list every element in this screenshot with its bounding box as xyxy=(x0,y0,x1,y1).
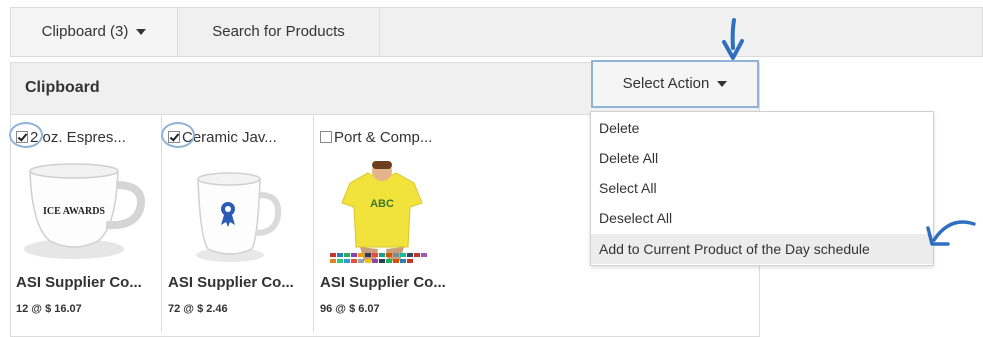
yellow-tshirt-icon: ABC xyxy=(330,161,427,263)
product-price: 12 @ $ 16.07 xyxy=(16,303,82,315)
product-checkbox[interactable] xyxy=(320,131,332,143)
tab-clipboard-label: Clipboard (3) xyxy=(41,23,129,40)
product-supplier: ASI Supplier Co... xyxy=(16,274,142,291)
clipboard-panel-header: Clipboard Select Action xyxy=(11,60,759,115)
product-card[interactable]: Ceramic Jav... ASI Supplier Co... 72 @ $… xyxy=(162,115,314,332)
menu-item-add-to-product-of-the-day[interactable]: Add to Current Product of the Day schedu… xyxy=(591,234,933,264)
product-title-text: Port & Comp... xyxy=(334,129,433,146)
shirt-imprint-text: ABC xyxy=(370,198,394,210)
product-supplier: ASI Supplier Co... xyxy=(320,274,446,291)
tab-search-products[interactable]: Search for Products xyxy=(178,8,380,56)
product-price: 96 @ $ 6.07 xyxy=(320,303,380,315)
tab-search-label: Search for Products xyxy=(212,23,345,40)
white-espresso-cup-icon: ICE AWARDS xyxy=(24,163,145,259)
menu-item-delete[interactable]: Delete xyxy=(591,113,933,143)
product-checkbox[interactable] xyxy=(16,131,28,143)
product-title-text: 2 oz. Espres... xyxy=(30,129,126,146)
product-title: 2 oz. Espres... xyxy=(16,129,126,146)
panel-title: Clipboard xyxy=(25,79,100,96)
product-card[interactable]: 2 oz. Espres... ICE AWARDS ASI Supplier … xyxy=(10,115,162,332)
top-tab-bar: Clipboard (3) Search for Products xyxy=(10,7,983,57)
select-action-label: Select Action xyxy=(622,75,710,92)
product-title: Ceramic Jav... xyxy=(168,129,277,146)
product-price: 72 @ $ 2.46 xyxy=(168,303,228,315)
menu-item-deselect-all[interactable]: Deselect All xyxy=(591,203,933,233)
menu-item-select-all[interactable]: Select All xyxy=(591,173,933,203)
chevron-down-icon xyxy=(136,29,147,36)
select-action-button[interactable]: Select Action xyxy=(591,60,759,108)
product-supplier: ASI Supplier Co... xyxy=(168,274,294,291)
menu-item-delete-all[interactable]: Delete All xyxy=(591,143,933,173)
select-action-dropdown: Delete Delete All Select All Deselect Al… xyxy=(590,111,934,266)
chevron-down-icon xyxy=(717,81,728,88)
product-title-text: Ceramic Jav... xyxy=(182,129,277,146)
tab-clipboard[interactable]: Clipboard (3) xyxy=(11,8,178,56)
product-title: Port & Comp... xyxy=(320,129,432,146)
color-swatch-strip xyxy=(330,253,427,263)
white-ceramic-mug-icon xyxy=(196,172,282,262)
product-card[interactable]: Port & Comp... ABC ASI Supplier Co... 96… xyxy=(314,115,466,332)
product-checkbox[interactable] xyxy=(168,131,180,143)
cup-imprint-text: ICE AWARDS xyxy=(43,206,105,217)
